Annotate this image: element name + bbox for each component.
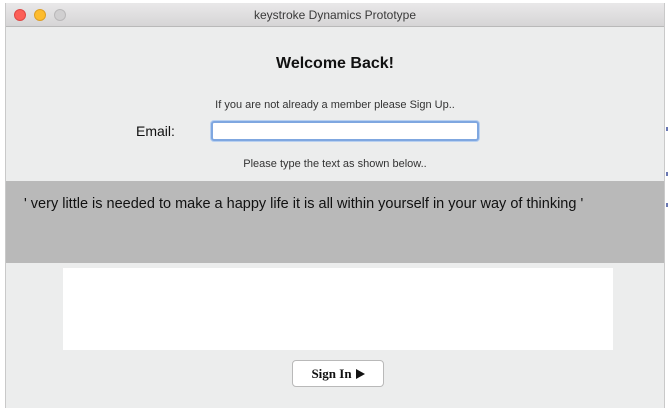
play-arrow-icon [355, 368, 365, 379]
sign-in-button[interactable]: Sign In [292, 360, 384, 387]
edge-mark [666, 127, 668, 131]
edge-mark [666, 203, 668, 207]
email-label: Email: [136, 123, 175, 139]
typing-instruction: Please type the text as shown below.. [243, 158, 427, 170]
phrase-panel: ' very little is needed to make a happy … [6, 181, 664, 263]
window-title: keystroke Dynamics Prototype [253, 8, 417, 22]
edge-mark [666, 172, 668, 176]
title-bar[interactable]: keystroke Dynamics Prototype [6, 3, 664, 27]
typing-input[interactable] [63, 268, 613, 350]
signup-prompt: If you are not already a member please S… [215, 99, 455, 111]
right-edge-marks [665, 0, 670, 411]
welcome-heading: Welcome Back! [276, 55, 394, 72]
app-window: keystroke Dynamics Prototype Welcome Bac… [5, 3, 665, 408]
sign-in-label: Sign In [311, 365, 352, 381]
email-field[interactable] [211, 121, 479, 141]
phrase-text: ' very little is needed to make a happy … [24, 196, 584, 212]
